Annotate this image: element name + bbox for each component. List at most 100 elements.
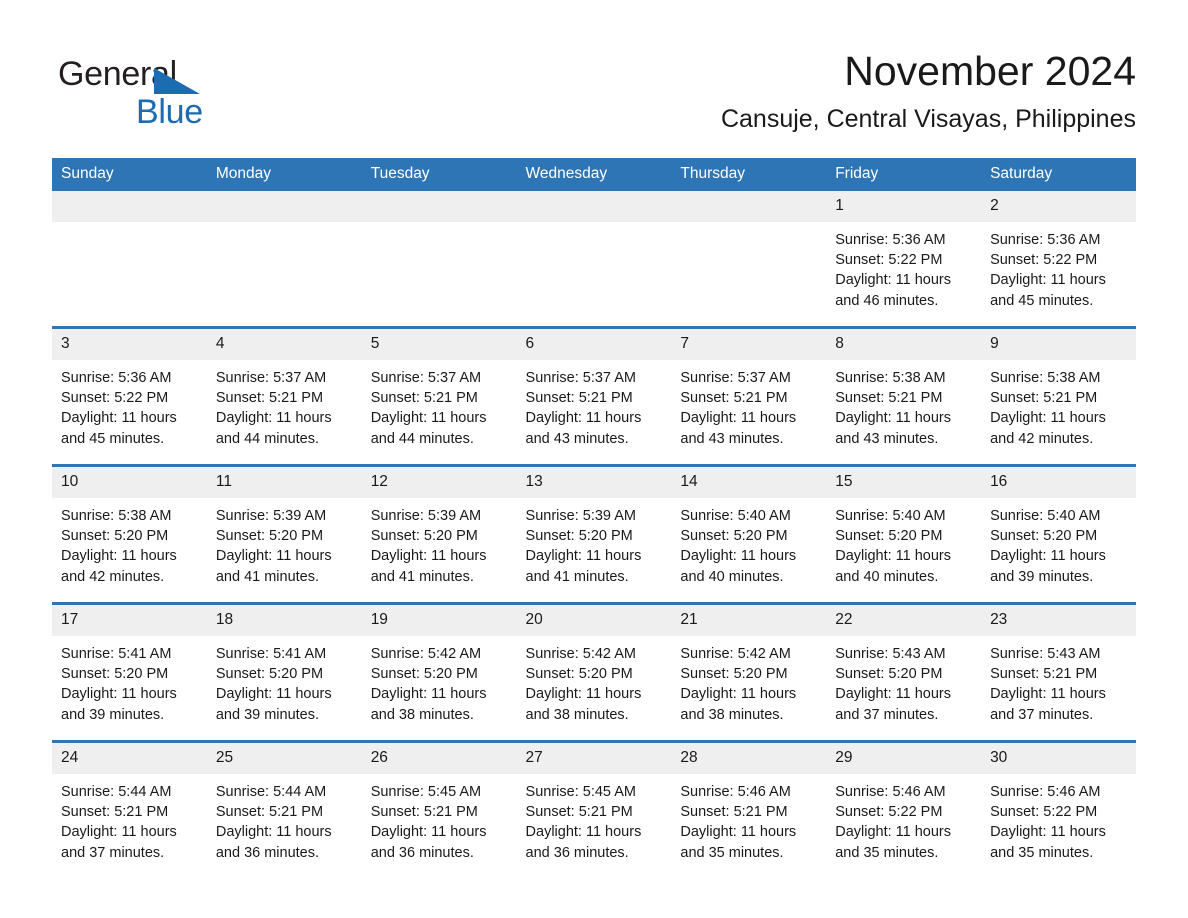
daylight-duration-line2: and 43 minutes. — [680, 430, 784, 447]
sunrise-time: Sunrise: 5:37 AM — [680, 370, 791, 386]
sunset-time: Sunset: 5:20 PM — [370, 528, 478, 545]
daylight-duration-line1: Daylight: 11 hours — [61, 686, 177, 703]
day-number: 20 — [516, 605, 672, 636]
calendar-day-cell-empty — [516, 191, 672, 328]
daylight-duration-line1: Daylight: 11 hours — [215, 410, 332, 427]
daylight-duration-line2: and 35 minutes. — [835, 844, 939, 861]
sunset-time: Sunset: 5:20 PM — [61, 666, 169, 683]
daylight-duration-line2: and 38 minutes. — [370, 706, 474, 723]
sunrise-time: Sunrise: 5:43 AM — [835, 646, 946, 662]
day-sun-info: Sunrise: 5:42 AM Sunset: 5:20 PM Daylight:… — [671, 636, 826, 725]
daylight-duration-line1: Daylight: 11 hours — [370, 548, 487, 565]
day-sun-info: Sunrise: 5:37 AM Sunset: 5:21 PM Daylight:… — [362, 360, 517, 449]
day-number: 3 — [52, 329, 207, 360]
day-number: 28 — [671, 743, 827, 774]
calendar-day-cell[interactable]: 20 Sunrise: 5:42 AM Sunset: 5:20 PM Dayligh… — [516, 602, 672, 742]
day-number: 22 — [826, 605, 982, 636]
daylight-duration-line1: Daylight: 11 hours — [680, 410, 797, 427]
daylight-duration-line1: Daylight: 11 hours — [215, 824, 332, 841]
daylight-duration-line2: and 37 minutes. — [61, 844, 165, 861]
daylight-duration-line2: and 46 minutes. — [835, 292, 939, 309]
calendar-day-cell[interactable]: 22 Sunrise: 5:43 AM Sunset: 5:20 PM Dayligh… — [826, 602, 982, 742]
sunset-time: Sunset: 5:20 PM — [835, 666, 943, 683]
sunrise-time: Sunrise: 5:45 AM — [370, 784, 482, 800]
daylight-duration-line2: and 42 minutes. — [990, 430, 1094, 447]
day-number: 26 — [361, 743, 517, 774]
calendar-day-cell[interactable]: 28 Sunrise: 5:46 AM Sunset: 5:21 PM Dayligh… — [671, 740, 827, 878]
daylight-duration-line2: and 36 minutes. — [525, 844, 629, 861]
daylight-duration-line1: Daylight: 11 hours — [370, 410, 487, 427]
calendar-day-cell[interactable]: 25 Sunrise: 5:44 AM Sunset: 5:21 PM Dayligh… — [206, 740, 362, 878]
daylight-duration-line1: Daylight: 11 hours — [525, 548, 642, 565]
calendar-day-cell[interactable]: 1 Sunrise: 5:36 AM Sunset: 5:22 PM Daylight… — [826, 191, 982, 328]
day-number: 2 — [981, 191, 1136, 222]
daylight-duration-line2: and 43 minutes. — [835, 430, 939, 447]
calendar-day-cell[interactable]: 3 Sunrise: 5:36 AM Sunset: 5:22 PM Daylight… — [52, 326, 207, 466]
sunset-time: Sunset: 5:22 PM — [990, 252, 1098, 269]
day-sun-info: Sunrise: 5:39 AM Sunset: 5:20 PM Daylight:… — [517, 498, 672, 587]
day-sun-info: Sunrise: 5:46 AM Sunset: 5:22 PM Daylight:… — [826, 774, 981, 863]
calendar-day-cell[interactable]: 29 Sunrise: 5:46 AM Sunset: 5:22 PM Dayligh… — [826, 740, 982, 878]
day-sun-info: Sunrise: 5:45 AM Sunset: 5:21 PM Daylight:… — [517, 774, 672, 863]
sunset-time: Sunset: 5:21 PM — [370, 390, 478, 407]
calendar-day-cell[interactable]: 15 Sunrise: 5:40 AM Sunset: 5:20 PM Dayligh… — [826, 464, 982, 604]
calendar-day-cell[interactable]: 6 Sunrise: 5:37 AM Sunset: 5:21 PM Daylight… — [516, 326, 672, 466]
daylight-duration-line2: and 41 minutes. — [215, 568, 320, 585]
calendar-day-cell[interactable]: 30 Sunrise: 5:46 AM Sunset: 5:22 PM Dayligh… — [981, 740, 1136, 878]
day-number: 11 — [206, 467, 362, 498]
sunrise-time: Sunrise: 5:38 AM — [61, 508, 172, 524]
calendar-day-cell[interactable]: 10 Sunrise: 5:38 AM Sunset: 5:20 PM Dayligh… — [52, 464, 207, 604]
calendar-day-cell[interactable]: 27 Sunrise: 5:45 AM Sunset: 5:21 PM Dayligh… — [516, 740, 672, 878]
sunrise-time: Sunrise: 5:41 AM — [61, 646, 172, 662]
day-number: 27 — [516, 743, 672, 774]
calendar-day-cell[interactable]: 12 Sunrise: 5:39 AM Sunset: 5:20 PM Dayligh… — [361, 464, 517, 604]
calendar-day-cell[interactable]: 8 Sunrise: 5:38 AM Sunset: 5:21 PM Daylight… — [826, 326, 982, 466]
calendar-day-cell[interactable]: 4 Sunrise: 5:37 AM Sunset: 5:21 PM Daylight… — [206, 326, 362, 466]
calendar-day-cell[interactable]: 2 Sunrise: 5:36 AM Sunset: 5:22 PM Daylight… — [981, 191, 1136, 328]
daylight-duration-line1: Daylight: 11 hours — [215, 548, 332, 565]
calendar-day-cell[interactable]: 19 Sunrise: 5:42 AM Sunset: 5:20 PM Dayligh… — [361, 602, 517, 742]
day-number: 9 — [981, 329, 1136, 360]
sunset-time: Sunset: 5:20 PM — [680, 666, 788, 683]
day-sun-info: Sunrise: 5:42 AM Sunset: 5:20 PM Daylight:… — [517, 636, 672, 725]
calendar-day-cell[interactable]: 17 Sunrise: 5:41 AM Sunset: 5:20 PM Dayligh… — [52, 602, 207, 742]
day-sun-info: Sunrise: 5:41 AM Sunset: 5:20 PM Daylight:… — [207, 636, 362, 725]
day-number: 4 — [206, 329, 362, 360]
sunset-time: Sunset: 5:20 PM — [990, 528, 1098, 545]
weekday-header-monday: Monday — [206, 158, 362, 191]
sunrise-time: Sunrise: 5:41 AM — [215, 646, 327, 662]
day-sun-info: Sunrise: 5:44 AM Sunset: 5:21 PM Daylight:… — [207, 774, 362, 863]
logo-text-blue: Blue — [136, 93, 203, 131]
calendar-day-cell[interactable]: 7 Sunrise: 5:37 AM Sunset: 5:21 PM Daylight… — [671, 326, 827, 466]
calendar-day-cell[interactable]: 13 Sunrise: 5:39 AM Sunset: 5:20 PM Dayligh… — [516, 464, 672, 604]
daylight-duration-line2: and 44 minutes. — [370, 430, 474, 447]
calendar-day-cell[interactable]: 9 Sunrise: 5:38 AM Sunset: 5:21 PM Daylight… — [981, 326, 1136, 466]
sunrise-time: Sunrise: 5:40 AM — [835, 508, 946, 524]
sunset-time: Sunset: 5:21 PM — [370, 804, 478, 821]
daylight-duration-line1: Daylight: 11 hours — [680, 686, 797, 703]
calendar-day-cell[interactable]: 11 Sunrise: 5:39 AM Sunset: 5:20 PM Dayligh… — [206, 464, 362, 604]
day-sun-info: Sunrise: 5:38 AM Sunset: 5:21 PM Daylight:… — [826, 360, 981, 449]
calendar-day-cell[interactable]: 24 Sunrise: 5:44 AM Sunset: 5:21 PM Dayligh… — [52, 740, 207, 878]
daylight-duration-line1: Daylight: 11 hours — [835, 410, 952, 427]
daylight-duration-line2: and 39 minutes. — [990, 568, 1094, 585]
day-sun-info: Sunrise: 5:44 AM Sunset: 5:21 PM Daylight:… — [52, 774, 207, 863]
daylight-duration-line2: and 38 minutes. — [680, 706, 784, 723]
daylight-duration-line2: and 42 minutes. — [61, 568, 165, 585]
day-number: 1 — [826, 191, 982, 222]
daylight-duration-line1: Daylight: 11 hours — [370, 686, 487, 703]
sunset-time: Sunset: 5:20 PM — [525, 528, 633, 545]
calendar-day-cell[interactable]: 16 Sunrise: 5:40 AM Sunset: 5:20 PM Dayligh… — [981, 464, 1136, 604]
calendar-day-cell[interactable]: 18 Sunrise: 5:41 AM Sunset: 5:20 PM Dayligh… — [206, 602, 362, 742]
calendar-day-cell[interactable]: 14 Sunrise: 5:40 AM Sunset: 5:20 PM Dayligh… — [671, 464, 827, 604]
sunrise-time: Sunrise: 5:46 AM — [835, 784, 946, 800]
calendar-day-cell[interactable]: 26 Sunrise: 5:45 AM Sunset: 5:21 PM Dayligh… — [361, 740, 517, 878]
sunset-time: Sunset: 5:20 PM — [215, 528, 324, 545]
sunrise-time: Sunrise: 5:37 AM — [215, 370, 327, 386]
calendar-day-cell[interactable]: 23 Sunrise: 5:43 AM Sunset: 5:21 PM Dayligh… — [981, 602, 1136, 742]
calendar-day-cell[interactable]: 21 Sunrise: 5:42 AM Sunset: 5:20 PM Dayligh… — [671, 602, 827, 742]
day-sun-info: Sunrise: 5:46 AM Sunset: 5:22 PM Daylight:… — [981, 774, 1136, 863]
weekday-header-saturday: Saturday — [981, 158, 1136, 191]
day-number: 16 — [981, 467, 1136, 498]
calendar-day-cell[interactable]: 5 Sunrise: 5:37 AM Sunset: 5:21 PM Daylight… — [361, 326, 517, 466]
